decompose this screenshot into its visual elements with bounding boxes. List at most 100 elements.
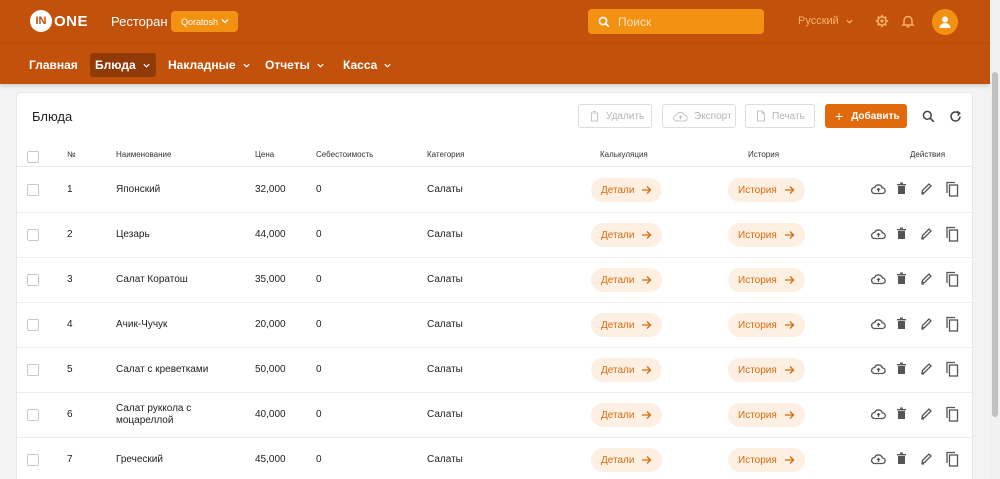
arrow-right-icon [784,276,795,284]
nav-item-invoices[interactable]: Накладные [163,53,256,77]
nav-item-label: Накладные [168,58,236,72]
trash-icon[interactable] [896,227,907,240]
column-header-name[interactable]: Наименование [116,150,171,159]
history-button[interactable]: История [728,268,805,292]
row-checkbox[interactable] [27,184,39,196]
nav-item-label: Отчеты [265,58,310,72]
row-name-line-1: Салат с креветками [116,364,209,375]
row-checkbox[interactable] [27,409,39,421]
details-button[interactable]: Детали [591,178,663,202]
table-row: 3 Салат Коратош 35,000 0 Салаты Детали И… [17,258,974,303]
table-row: 5 Салат с креветками 50,000 0 Салаты Дет… [17,348,974,393]
trash-icon[interactable] [896,317,907,330]
column-header-cost[interactable]: Себестоимость [316,150,373,159]
column-header-price[interactable]: Цена [255,150,274,159]
details-button-label: Детали [601,409,635,421]
bell-icon[interactable] [901,14,915,28]
trash-icon[interactable] [896,272,907,285]
column-header-category[interactable]: Категория [427,150,464,159]
edit-icon[interactable] [920,317,933,330]
search-box[interactable] [588,9,764,34]
history-button[interactable]: История [728,403,805,427]
select-all-checkbox[interactable] [27,151,39,163]
row-checkbox[interactable] [27,364,39,376]
chevron-down-icon [242,63,250,68]
details-button-label: Детали [601,274,635,286]
edit-icon[interactable] [920,182,933,195]
cloud-upload-icon[interactable] [871,453,886,465]
row-price: 45,000 [255,454,286,465]
trash-icon[interactable] [896,362,907,375]
copy-icon[interactable] [945,271,959,287]
details-button[interactable]: Детали [591,223,663,247]
row-price: 35,000 [255,274,286,285]
copy-icon[interactable] [945,226,959,242]
edit-icon[interactable] [920,272,933,285]
edit-icon[interactable] [920,452,933,465]
cloud-upload-icon[interactable] [871,318,886,330]
top-bar: IN ONE Ресторан Qoratosh Русский [0,0,990,43]
column-header-number: № [67,150,76,159]
trash-icon[interactable] [896,182,907,195]
refresh-icon[interactable] [949,110,962,123]
row-category: Салаты [427,454,463,465]
history-button[interactable]: История [728,313,805,337]
search-icon[interactable] [922,110,935,123]
organization-select[interactable]: Qoratosh [171,11,238,32]
edit-icon[interactable] [920,227,933,240]
row-cost: 0 [316,409,322,420]
row-checkbox[interactable] [27,274,39,286]
delete-button[interactable]: Удалить [578,104,652,128]
export-button[interactable]: Экспорт [662,104,736,128]
print-button[interactable]: Печать [745,104,815,128]
organization-select-value: Qoratosh [181,16,219,27]
nav-item-reports[interactable]: Отчеты [260,53,330,77]
details-button[interactable]: Детали [591,448,663,472]
edit-icon[interactable] [920,362,933,375]
nav-item-home[interactable]: Главная [24,53,83,77]
add-button[interactable]: + Добавить [825,104,907,128]
copy-icon[interactable] [945,451,959,467]
row-name-line-1: Японский [116,184,161,195]
details-button[interactable]: Детали [591,358,663,382]
row-category: Салаты [427,184,463,195]
cloud-upload-icon[interactable] [871,228,886,240]
cloud-upload-icon[interactable] [871,363,886,375]
user-avatar[interactable] [932,9,958,35]
table-row: 4 Ачик-Чучук 20,000 0 Салаты Детали Исто… [17,303,974,348]
logo-text: ONE [54,12,89,30]
details-button[interactable]: Детали [591,268,663,292]
cloud-upload-icon[interactable] [871,408,886,420]
row-checkbox[interactable] [27,454,39,466]
arrow-right-icon [784,186,795,194]
nav-item-dishes[interactable]: Блюда [90,53,156,77]
cloud-upload-icon[interactable] [871,273,886,285]
logo-circle: IN [30,10,52,32]
arrow-right-icon [642,366,652,374]
history-button[interactable]: История [728,358,805,382]
details-button[interactable]: Детали [591,403,663,427]
copy-icon[interactable] [945,361,959,377]
row-name-line-1: Цезарь [116,229,150,240]
arrow-right-icon [642,276,652,284]
scrollbar-thumb[interactable] [992,72,998,417]
trash-icon[interactable] [896,452,907,465]
trash-icon[interactable] [896,407,907,420]
copy-icon[interactable] [945,406,959,422]
app-logo[interactable]: IN ONE [30,10,88,32]
cloud-upload-icon[interactable] [871,183,886,195]
row-cost: 0 [316,274,322,285]
search-input[interactable] [618,14,758,29]
copy-icon[interactable] [945,181,959,197]
language-select[interactable]: Русский [798,15,854,27]
details-button[interactable]: Детали [591,313,663,337]
edit-icon[interactable] [920,407,933,420]
history-button[interactable]: История [728,178,805,202]
gear-icon[interactable] [875,14,889,28]
history-button[interactable]: История [728,448,805,472]
row-checkbox[interactable] [27,229,39,241]
row-checkbox[interactable] [27,319,39,331]
copy-icon[interactable] [945,316,959,332]
nav-item-cashier[interactable]: Касса [338,53,397,77]
history-button[interactable]: История [728,223,805,247]
